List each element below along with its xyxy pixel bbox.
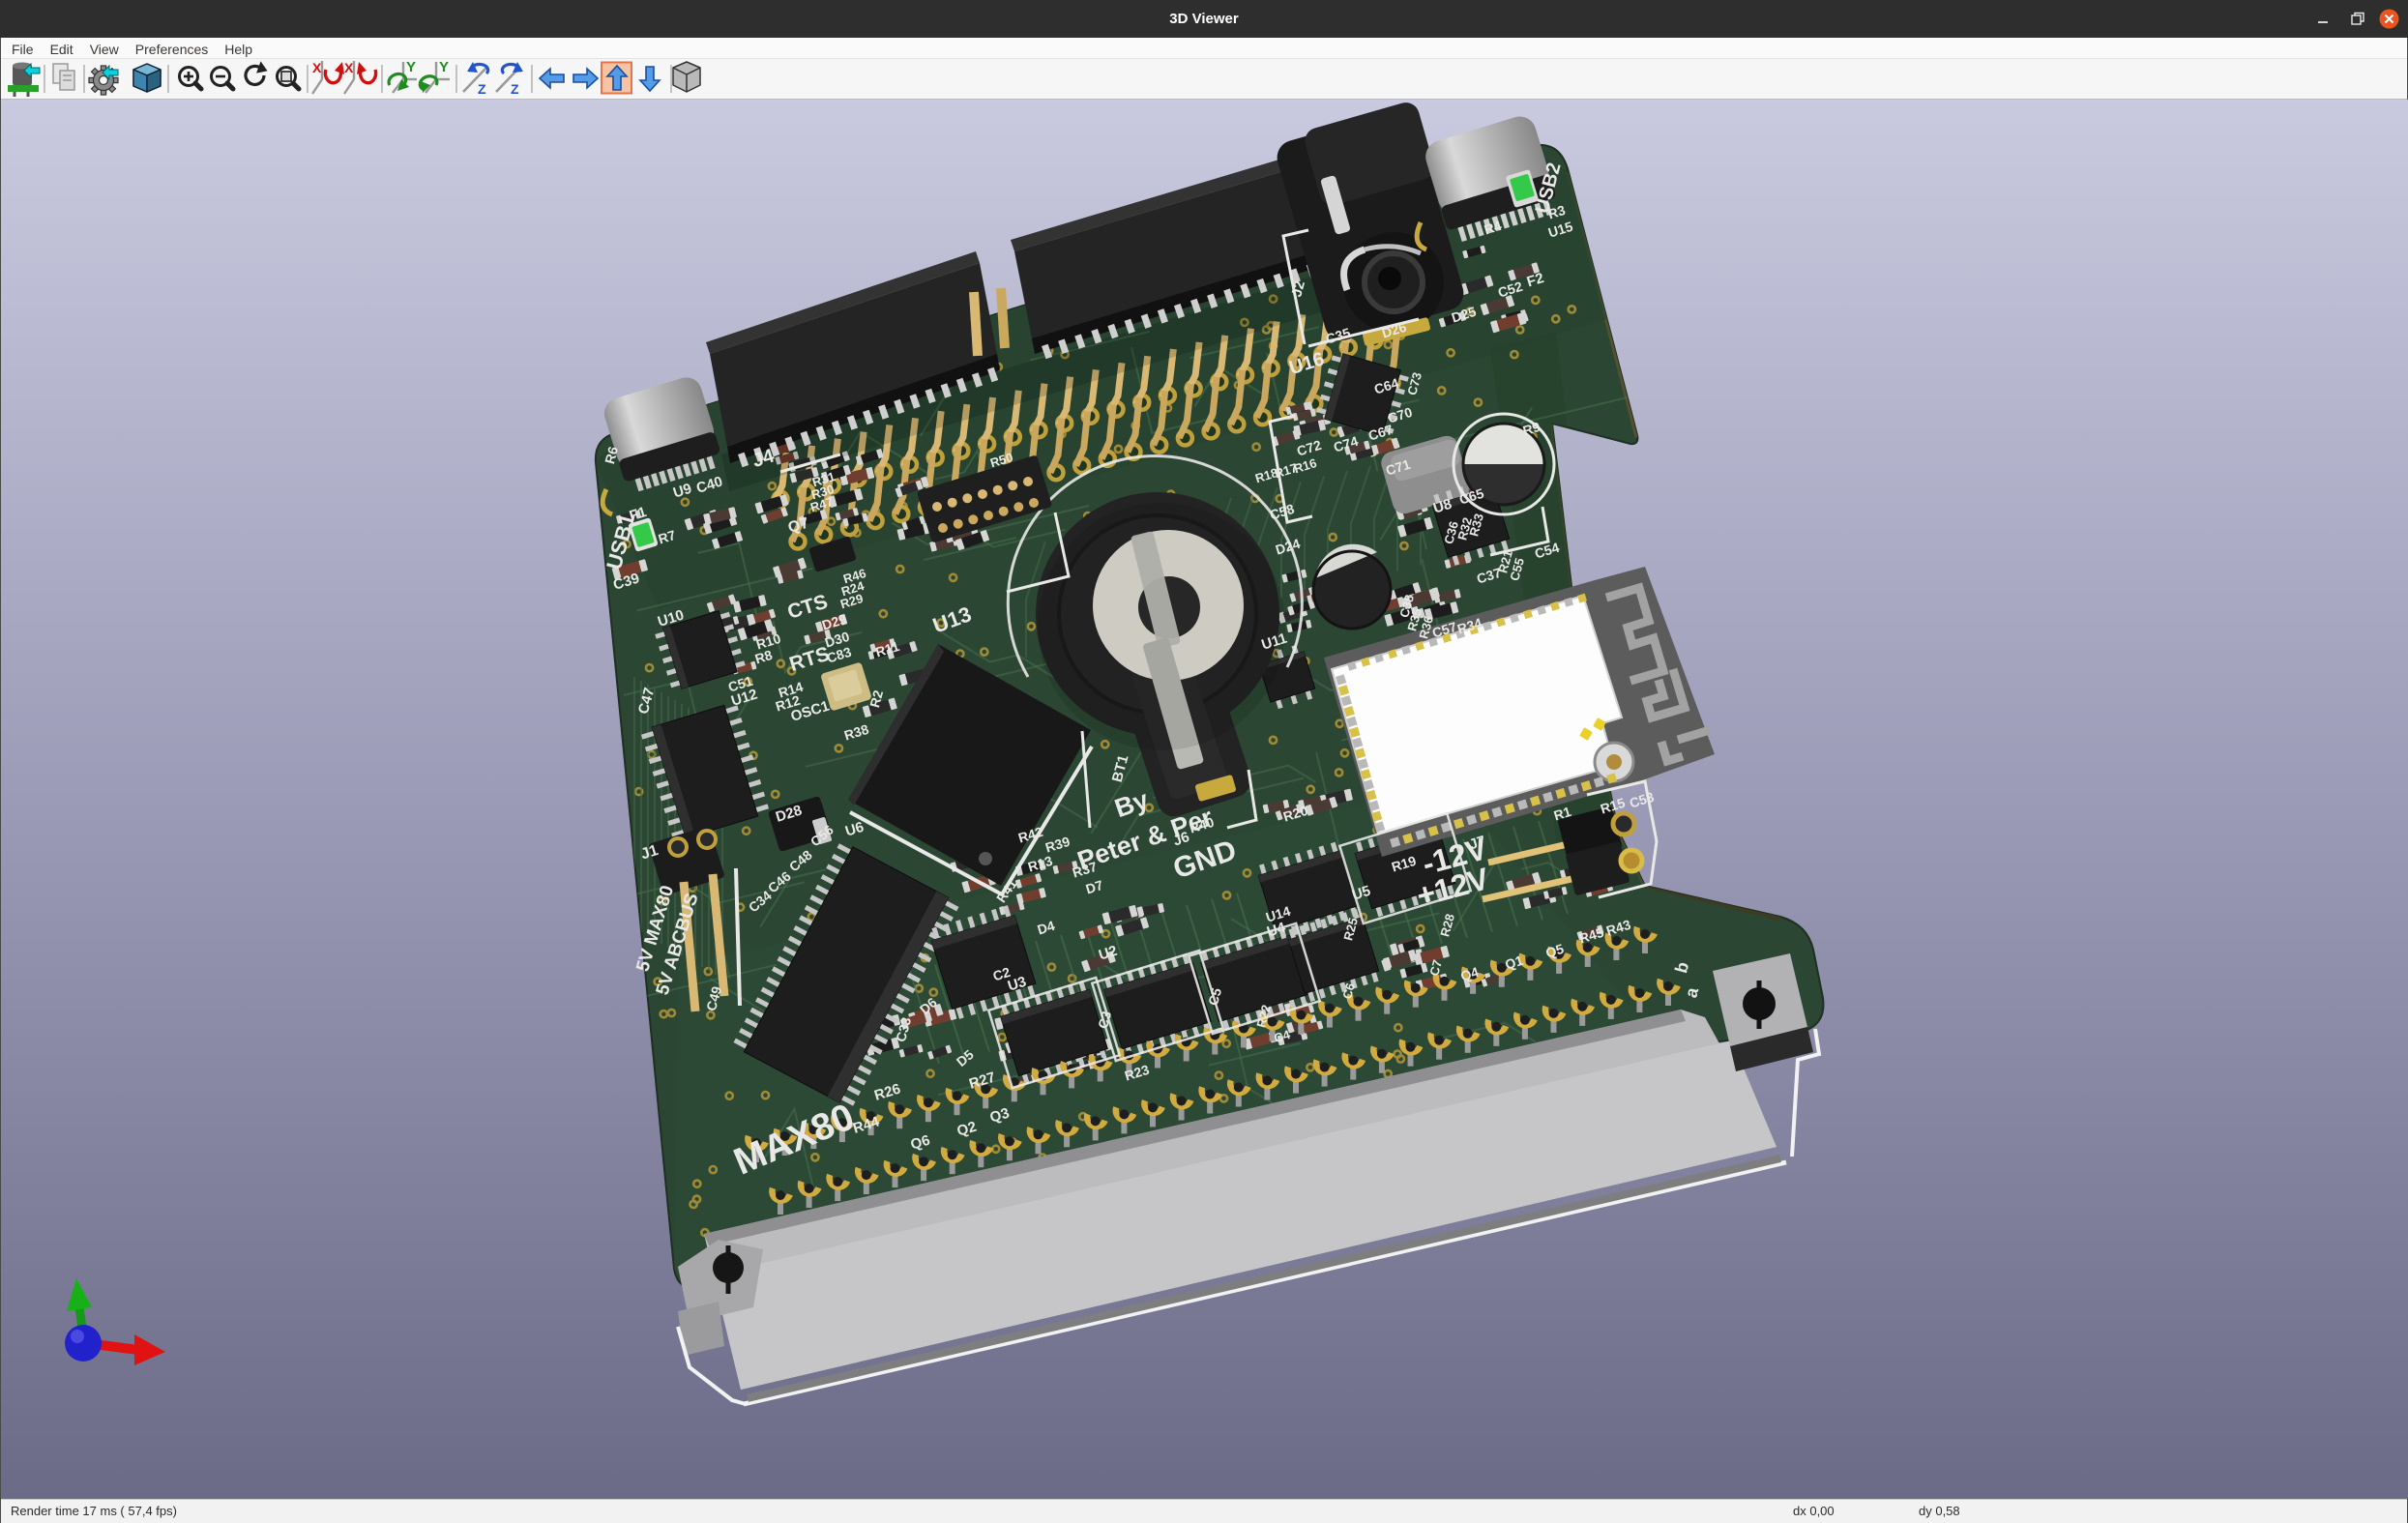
svg-text:X: X: [344, 60, 354, 75]
svg-text:Y: Y: [439, 59, 449, 75]
svg-text:X: X: [312, 60, 322, 75]
svg-text:Y: Y: [406, 59, 416, 75]
svg-text:Z: Z: [478, 81, 486, 97]
svg-text:Z: Z: [511, 81, 519, 97]
